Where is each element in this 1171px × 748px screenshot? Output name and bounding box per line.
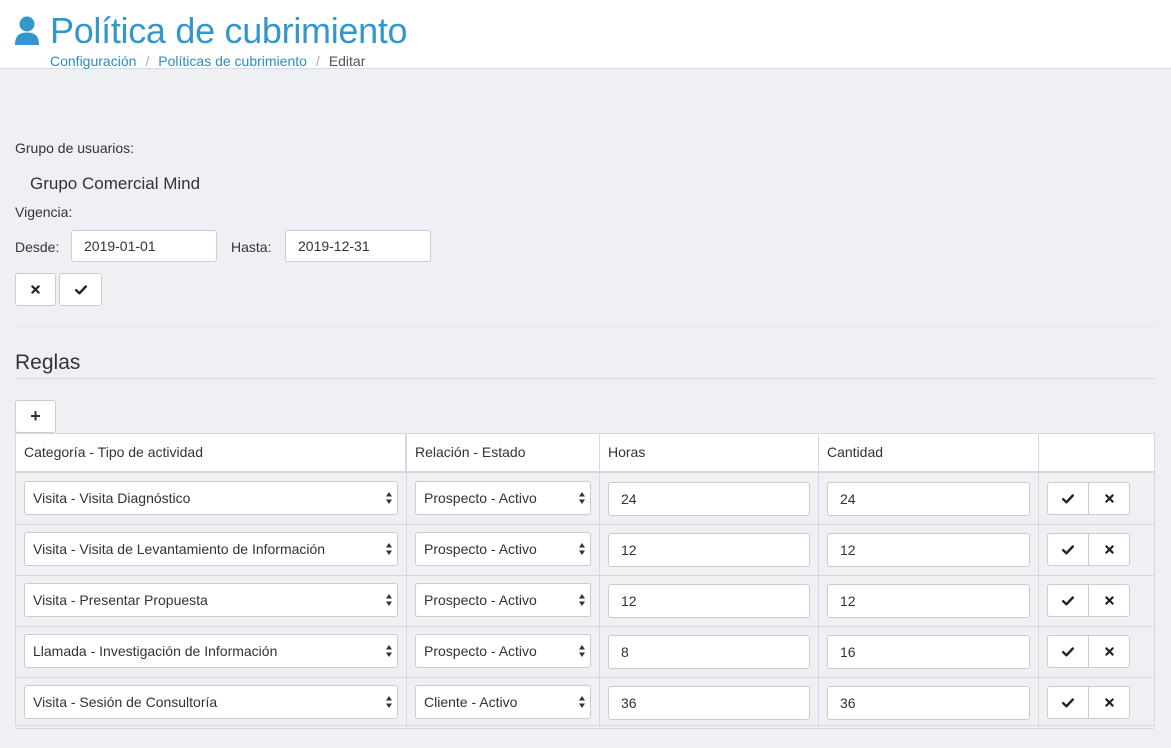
check-icon — [74, 284, 87, 294]
select-arrows-icon — [386, 594, 392, 606]
category-select[interactable]: Visita - Visita Diagnóstico — [24, 481, 398, 515]
category-value: Visita - Sesión de Consultoría — [33, 694, 218, 710]
relation-select[interactable]: Prospecto - Activo — [415, 634, 591, 668]
delete-row-button[interactable] — [1089, 584, 1130, 617]
title-row: Política de cubrimiento — [15, 9, 408, 53]
save-row-button[interactable] — [1047, 635, 1089, 668]
select-arrows-icon — [579, 645, 585, 657]
times-icon — [1104, 545, 1114, 554]
table-row: Llamada - Investigación de Información P… — [16, 626, 1154, 678]
breadcrumb-configuracion[interactable]: Configuración — [50, 53, 136, 69]
relation-value: Cliente - Activo — [424, 694, 518, 710]
select-arrows-icon — [579, 543, 585, 555]
check-icon — [1062, 697, 1074, 707]
cancel-validity-button[interactable] — [15, 273, 56, 306]
hours-input[interactable]: 8 — [608, 635, 810, 669]
category-value: Visita - Visita de Levantamiento de Info… — [33, 541, 326, 557]
quantity-input[interactable]: 24 — [827, 482, 1030, 516]
hours-input[interactable]: 12 — [608, 584, 810, 618]
hours-input[interactable]: 36 — [608, 686, 810, 720]
validity-label: Vigencia: — [15, 204, 73, 220]
table-row: Visita - Visita de Levantamiento de Info… — [16, 524, 1154, 576]
times-icon — [31, 285, 40, 294]
delete-row-button[interactable] — [1089, 533, 1130, 566]
quantity-input[interactable]: 12 — [827, 584, 1030, 618]
delete-row-button[interactable] — [1089, 635, 1130, 668]
category-select[interactable]: Visita - Visita de Levantamiento de Info… — [24, 532, 398, 566]
relation-value: Prospecto - Activo — [424, 490, 537, 506]
select-arrows-icon — [386, 543, 392, 555]
page-header: Política de cubrimiento Configuración / Po… — [0, 0, 1171, 69]
category-value: Visita - Presentar Propuesta — [33, 592, 208, 608]
category-value: Llamada - Investigación de Información — [33, 643, 278, 659]
divider — [15, 326, 1155, 327]
check-icon — [1062, 544, 1074, 554]
breadcrumb-politicas[interactable]: Políticas de cubrimiento — [158, 53, 307, 69]
select-arrows-icon — [579, 594, 585, 606]
select-arrows-icon — [386, 696, 392, 708]
hours-input[interactable]: 12 — [608, 533, 810, 567]
select-arrows-icon — [579, 492, 585, 504]
group-value: Grupo Comercial Mind — [30, 174, 201, 193]
from-date-input[interactable]: 2019-01-01 — [71, 230, 217, 262]
category-select[interactable]: Visita - Presentar Propuesta — [24, 583, 398, 617]
check-icon — [1062, 646, 1074, 656]
times-icon — [1104, 647, 1114, 656]
select-arrows-icon — [386, 492, 392, 504]
column-header-relation: Relación - Estado — [407, 434, 600, 471]
relation-value: Prospecto - Activo — [424, 592, 537, 608]
column-header-hours: Horas — [600, 434, 819, 471]
to-date-input[interactable]: 2019-12-31 — [285, 230, 431, 262]
select-arrows-icon — [386, 645, 392, 657]
table-row: Visita - Visita Diagnóstico Prospecto - … — [16, 473, 1154, 525]
times-icon — [1104, 698, 1114, 707]
select-arrows-icon — [579, 696, 585, 708]
delete-row-button[interactable] — [1089, 686, 1130, 719]
page-title: Política de cubrimiento — [50, 10, 408, 51]
save-row-button[interactable] — [1047, 482, 1089, 515]
times-icon — [1104, 494, 1114, 503]
relation-select[interactable]: Cliente - Activo — [415, 685, 591, 719]
quantity-input[interactable]: 12 — [827, 533, 1030, 567]
table-row: Visita - Sesión de Consultoría Cliente -… — [16, 677, 1154, 729]
relation-select[interactable]: Prospecto - Activo — [415, 481, 591, 515]
save-row-button[interactable] — [1047, 533, 1089, 566]
breadcrumb-current: Editar — [328, 53, 366, 69]
user-icon — [15, 16, 39, 45]
save-row-button[interactable] — [1047, 686, 1089, 719]
relation-select[interactable]: Prospecto - Activo — [415, 583, 591, 617]
breadcrumb-separator: / — [315, 53, 320, 69]
breadcrumb: Configuración / Políticas de cubrimiento / E… — [50, 52, 365, 70]
category-select[interactable]: Visita - Sesión de Consultoría — [24, 685, 398, 719]
column-header-quantity: Cantidad — [819, 434, 1039, 471]
quantity-input[interactable]: 36 — [827, 686, 1030, 720]
times-icon — [1104, 596, 1114, 605]
save-validity-button[interactable] — [59, 273, 102, 306]
to-label: Hasta: — [231, 239, 272, 255]
check-icon — [1062, 595, 1074, 605]
hours-input[interactable]: 24 — [608, 482, 810, 516]
from-label: Desde: — [15, 239, 60, 255]
column-header-category: Categoría - Tipo de actividad — [16, 434, 406, 471]
column-header-actions — [1039, 434, 1154, 471]
relation-select[interactable]: Prospecto - Activo — [415, 532, 591, 566]
check-icon — [1062, 493, 1074, 503]
breadcrumb-separator: / — [145, 53, 150, 69]
add-rule-button[interactable]: + — [15, 400, 56, 433]
relation-value: Prospecto - Activo — [424, 541, 537, 557]
quantity-input[interactable]: 16 — [827, 635, 1030, 669]
rules-divider — [15, 378, 1155, 379]
rules-title: Reglas — [15, 351, 81, 374]
table-row: Visita - Presentar Propuesta Prospecto -… — [16, 575, 1154, 627]
save-row-button[interactable] — [1047, 584, 1089, 617]
delete-row-button[interactable] — [1089, 482, 1130, 515]
group-label: Grupo de usuarios: — [15, 140, 135, 156]
category-select[interactable]: Llamada - Investigación de Información — [24, 634, 398, 668]
table-header: Categoría - Tipo de actividad Relación -… — [16, 434, 1154, 473]
category-value: Visita - Visita Diagnóstico — [33, 490, 191, 506]
relation-value: Prospecto - Activo — [424, 643, 537, 659]
rules-table: Categoría - Tipo de actividad Relación -… — [15, 433, 1155, 729]
